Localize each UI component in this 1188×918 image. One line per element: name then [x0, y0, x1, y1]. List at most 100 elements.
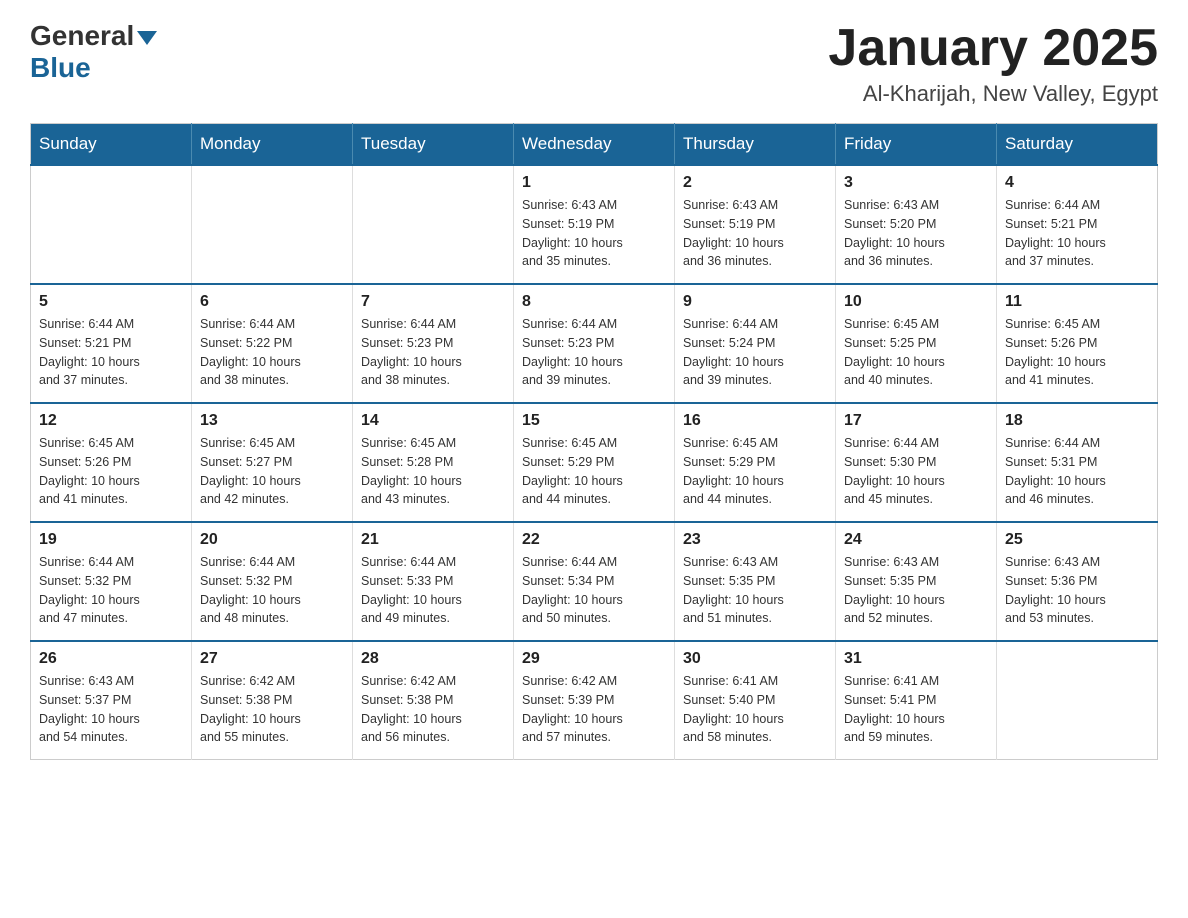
day-info: Sunrise: 6:44 AM Sunset: 5:31 PM Dayligh…: [1005, 434, 1149, 509]
calendar-day-cell: 22Sunrise: 6:44 AM Sunset: 5:34 PM Dayli…: [514, 522, 675, 641]
calendar-day-cell: 4 Sunrise: 6:44 AM Sunset: 5:21 PM Daylig…: [997, 165, 1158, 284]
day-number: 3: [844, 174, 988, 192]
calendar-day-cell: 14 Sunrise: 6:45 AM Sunset: 5:28 PM Dayli…: [353, 403, 514, 522]
day-info: Sunrise: 6:42 AM Sunset: 5:39 PM Dayligh…: [522, 672, 666, 747]
calendar-week-row: 12Sunrise: 6:45 AM Sunset: 5:26 PM Dayli…: [31, 403, 1158, 522]
calendar-day-cell: 19Sunrise: 6:44 AM Sunset: 5:32 PM Dayli…: [31, 522, 192, 641]
calendar-day-cell: 13 Sunrise: 6:45 AM Sunset: 5:27 PM Dayli…: [192, 403, 353, 522]
day-info: Sunrise: 6:44 AM Sunset: 5:23 PM Dayligh…: [522, 315, 666, 390]
calendar-day-cell: 20Sunrise: 6:44 AM Sunset: 5:32 PM Dayli…: [192, 522, 353, 641]
day-info: Sunrise: 6:44 AM Sunset: 5:33 PM Dayligh…: [361, 553, 505, 628]
day-number: 7: [361, 293, 505, 311]
day-info: Sunrise: 6:43 AM Sunset: 5:19 PM Dayligh…: [522, 196, 666, 271]
day-info: Sunrise: 6:43 AM Sunset: 5:19 PM Dayligh…: [683, 196, 827, 271]
day-number: 31: [844, 650, 988, 668]
day-info: Sunrise: 6:43 AM Sunset: 5:36 PM Dayligh…: [1005, 553, 1149, 628]
day-info: Sunrise: 6:42 AM Sunset: 5:38 PM Dayligh…: [200, 672, 344, 747]
day-of-week-header: Thursday: [675, 124, 836, 166]
day-info: Sunrise: 6:43 AM Sunset: 5:37 PM Dayligh…: [39, 672, 183, 747]
day-number: 16: [683, 412, 827, 430]
day-of-week-header: Tuesday: [353, 124, 514, 166]
day-info: Sunrise: 6:41 AM Sunset: 5:41 PM Dayligh…: [844, 672, 988, 747]
day-number: 2: [683, 174, 827, 192]
calendar-day-cell: 26Sunrise: 6:43 AM Sunset: 5:37 PM Dayli…: [31, 641, 192, 760]
day-info: Sunrise: 6:45 AM Sunset: 5:26 PM Dayligh…: [1005, 315, 1149, 390]
calendar-day-cell: 27 Sunrise: 6:42 AM Sunset: 5:38 PM Dayli…: [192, 641, 353, 760]
day-info: Sunrise: 6:43 AM Sunset: 5:35 PM Dayligh…: [844, 553, 988, 628]
logo: General Blue: [30, 20, 160, 84]
page-header: General Blue January 2025 Al-Kharijah, N…: [30, 20, 1158, 107]
day-info: Sunrise: 6:45 AM Sunset: 5:29 PM Dayligh…: [683, 434, 827, 509]
calendar-day-cell: 18 Sunrise: 6:44 AM Sunset: 5:31 PM Dayli…: [997, 403, 1158, 522]
day-number: 18: [1005, 412, 1149, 430]
day-number: 21: [361, 531, 505, 549]
day-info: Sunrise: 6:44 AM Sunset: 5:30 PM Dayligh…: [844, 434, 988, 509]
day-info: Sunrise: 6:45 AM Sunset: 5:27 PM Dayligh…: [200, 434, 344, 509]
calendar-week-row: 26Sunrise: 6:43 AM Sunset: 5:37 PM Dayli…: [31, 641, 1158, 760]
day-number: 10: [844, 293, 988, 311]
calendar-day-cell: 16 Sunrise: 6:45 AM Sunset: 5:29 PM Dayli…: [675, 403, 836, 522]
day-number: 27: [200, 650, 344, 668]
calendar-week-row: 19Sunrise: 6:44 AM Sunset: 5:32 PM Dayli…: [31, 522, 1158, 641]
calendar-day-cell: 17 Sunrise: 6:44 AM Sunset: 5:30 PM Dayli…: [836, 403, 997, 522]
day-number: 24: [844, 531, 988, 549]
day-number: 6: [200, 293, 344, 311]
day-of-week-header: Wednesday: [514, 124, 675, 166]
day-info: Sunrise: 6:44 AM Sunset: 5:21 PM Dayligh…: [1005, 196, 1149, 271]
calendar-day-cell: 9Sunrise: 6:44 AM Sunset: 5:24 PM Daylig…: [675, 284, 836, 403]
day-number: 30: [683, 650, 827, 668]
logo-arrow-icon: [137, 31, 157, 45]
day-of-week-header: Saturday: [997, 124, 1158, 166]
day-info: Sunrise: 6:45 AM Sunset: 5:28 PM Dayligh…: [361, 434, 505, 509]
calendar-day-cell: [31, 165, 192, 284]
day-number: 1: [522, 174, 666, 192]
day-number: 4: [1005, 174, 1149, 192]
calendar-day-cell: 21 Sunrise: 6:44 AM Sunset: 5:33 PM Dayli…: [353, 522, 514, 641]
month-title: January 2025: [828, 20, 1158, 77]
calendar-day-cell: 3 Sunrise: 6:43 AM Sunset: 5:20 PM Daylig…: [836, 165, 997, 284]
day-number: 13: [200, 412, 344, 430]
day-info: Sunrise: 6:43 AM Sunset: 5:35 PM Dayligh…: [683, 553, 827, 628]
day-info: Sunrise: 6:41 AM Sunset: 5:40 PM Dayligh…: [683, 672, 827, 747]
calendar-day-cell: 29 Sunrise: 6:42 AM Sunset: 5:39 PM Dayli…: [514, 641, 675, 760]
calendar-day-cell: 10 Sunrise: 6:45 AM Sunset: 5:25 PM Dayli…: [836, 284, 997, 403]
day-number: 5: [39, 293, 183, 311]
calendar-table: SundayMondayTuesdayWednesdayThursdayFrid…: [30, 123, 1158, 760]
logo-general-text: General: [30, 20, 134, 52]
calendar-day-cell: 23 Sunrise: 6:43 AM Sunset: 5:35 PM Dayli…: [675, 522, 836, 641]
location-text: Al-Kharijah, New Valley, Egypt: [828, 81, 1158, 107]
day-number: 23: [683, 531, 827, 549]
calendar-header-row: SundayMondayTuesdayWednesdayThursdayFrid…: [31, 124, 1158, 166]
day-info: Sunrise: 6:44 AM Sunset: 5:24 PM Dayligh…: [683, 315, 827, 390]
day-info: Sunrise: 6:45 AM Sunset: 5:26 PM Dayligh…: [39, 434, 183, 509]
calendar-day-cell: 30 Sunrise: 6:41 AM Sunset: 5:40 PM Dayli…: [675, 641, 836, 760]
day-number: 15: [522, 412, 666, 430]
header-right: January 2025 Al-Kharijah, New Valley, Eg…: [828, 20, 1158, 107]
calendar-day-cell: 1 Sunrise: 6:43 AM Sunset: 5:19 PM Daylig…: [514, 165, 675, 284]
calendar-day-cell: 7Sunrise: 6:44 AM Sunset: 5:23 PM Daylig…: [353, 284, 514, 403]
calendar-day-cell: 15 Sunrise: 6:45 AM Sunset: 5:29 PM Dayli…: [514, 403, 675, 522]
calendar-day-cell: 5Sunrise: 6:44 AM Sunset: 5:21 PM Daylig…: [31, 284, 192, 403]
calendar-day-cell: 25Sunrise: 6:43 AM Sunset: 5:36 PM Dayli…: [997, 522, 1158, 641]
calendar-day-cell: [997, 641, 1158, 760]
day-number: 29: [522, 650, 666, 668]
logo-blue-text: Blue: [30, 52, 91, 84]
day-info: Sunrise: 6:45 AM Sunset: 5:25 PM Dayligh…: [844, 315, 988, 390]
day-number: 28: [361, 650, 505, 668]
day-number: 17: [844, 412, 988, 430]
calendar-day-cell: 8 Sunrise: 6:44 AM Sunset: 5:23 PM Daylig…: [514, 284, 675, 403]
day-info: Sunrise: 6:45 AM Sunset: 5:29 PM Dayligh…: [522, 434, 666, 509]
calendar-day-cell: [192, 165, 353, 284]
calendar-day-cell: 2 Sunrise: 6:43 AM Sunset: 5:19 PM Daylig…: [675, 165, 836, 284]
calendar-day-cell: 12Sunrise: 6:45 AM Sunset: 5:26 PM Dayli…: [31, 403, 192, 522]
day-number: 8: [522, 293, 666, 311]
day-number: 20: [200, 531, 344, 549]
day-number: 14: [361, 412, 505, 430]
calendar-day-cell: 31 Sunrise: 6:41 AM Sunset: 5:41 PM Dayli…: [836, 641, 997, 760]
calendar-day-cell: 28Sunrise: 6:42 AM Sunset: 5:38 PM Dayli…: [353, 641, 514, 760]
day-info: Sunrise: 6:43 AM Sunset: 5:20 PM Dayligh…: [844, 196, 988, 271]
day-number: 19: [39, 531, 183, 549]
calendar-day-cell: 6Sunrise: 6:44 AM Sunset: 5:22 PM Daylig…: [192, 284, 353, 403]
day-number: 11: [1005, 293, 1149, 311]
calendar-week-row: 1 Sunrise: 6:43 AM Sunset: 5:19 PM Daylig…: [31, 165, 1158, 284]
